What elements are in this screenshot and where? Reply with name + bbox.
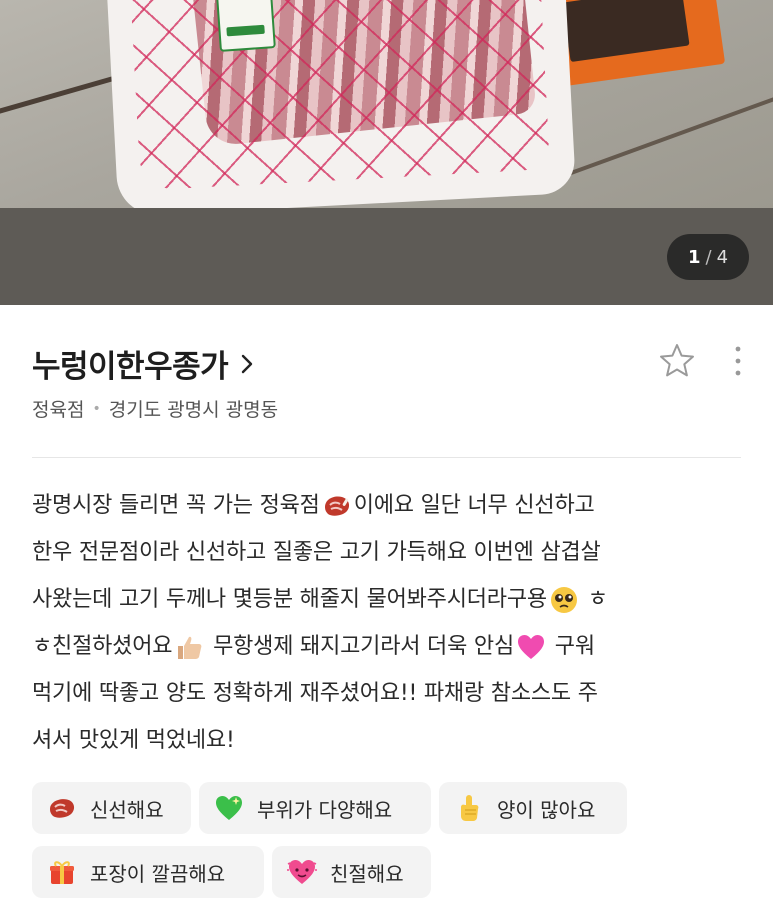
keyword-tag-label: 부위가 다양해요 (257, 797, 393, 822)
keyword-tag: 부위가 다양해요 (199, 782, 431, 834)
place-meta: 정육점 • 경기도 광명시 광명동 (32, 395, 278, 422)
review-line: 먹기에 딱좋고 양도 정확하게 재주셨어요!! 파채랑 참소스도 주 (32, 670, 750, 717)
review-line: ㅎ친절하셨어요 무항생제 돼지고기라서 더욱 안심 구워 (32, 623, 750, 670)
place-title-link[interactable]: 누렁이한우종가 (32, 341, 254, 386)
product-sticker (216, 0, 276, 52)
keyword-tag-label: 신선해요 (90, 797, 164, 822)
meta-separator-dot: • (92, 400, 101, 417)
review-text-segment: 셔서 맛있게 먹었네요! (32, 728, 235, 753)
review-text-segment: ㅎ (580, 587, 608, 612)
green-heart-icon (213, 792, 245, 824)
review-line: 한우 전문점이라 신선하고 질좋은 고기 가득해요 이번엔 삼겹살 (32, 529, 750, 576)
pointing-up-icon (453, 792, 485, 824)
photo-counter: 1 / 4 (667, 234, 749, 280)
tray-net (129, 0, 551, 191)
photo-counter-separator: / (705, 246, 712, 268)
meat-icon (324, 496, 349, 516)
photo-current-index: 1 (687, 246, 701, 268)
keyword-tag: 친절해요 (272, 846, 431, 898)
review-line: 사왔는데 고기 두께나 몇등분 해줄지 물어봐주시더라구용 ㅎ (32, 576, 750, 623)
keyword-tag: 포장이 깔끔해요 (32, 846, 264, 898)
review-line: 광명시장 들리면 꼭 가는 정육점 이에요 일단 너무 신선하고 (32, 482, 750, 529)
review-line: 셔서 맛있게 먹었네요! (32, 717, 750, 764)
gift-icon (46, 856, 78, 888)
beating-heart-icon (286, 856, 318, 888)
star-icon[interactable] (658, 342, 696, 380)
review-text-segment: 이에요 일단 너무 신선하고 (353, 493, 595, 518)
keyword-tag: 신선해요 (32, 782, 191, 834)
review-text-segment: 무항생제 돼지고기라서 더욱 안심 (206, 634, 515, 659)
section-divider (32, 457, 741, 458)
chevron-right-icon (241, 354, 253, 373)
keyword-tag: 양이 많아요 (439, 782, 627, 834)
more-options-icon[interactable] (732, 343, 744, 379)
review-text-segment: 먹기에 딱좋고 양도 정확하게 재주셨어요!! 파채랑 참소스도 주 (32, 681, 598, 706)
keyword-tag-label: 양이 많아요 (497, 797, 596, 822)
review-text-segment: ㅎ친절하셨어요 (32, 634, 173, 659)
photo-blur-band (0, 208, 773, 305)
pleading-face-icon (550, 587, 577, 613)
place-name: 누렁이한우종가 (32, 349, 229, 385)
keyword-tag-label: 포장이 깔끔해요 (90, 861, 226, 886)
pink-heart-icon (518, 635, 545, 659)
review-text: 광명시장 들리면 꼭 가는 정육점 이에요 일단 너무 신선하고 한우 전문점이… (32, 482, 750, 764)
review-text-segment: 구워 (548, 634, 595, 659)
photo-total-count: 4 (716, 246, 729, 268)
thumbs-up-icon (178, 636, 202, 659)
place-location: 경기도 광명시 광명동 (108, 399, 279, 421)
review-text-segment: 한우 전문점이라 신선하고 질좋은 고기 가득해요 이번엔 삼겹살 (32, 540, 601, 565)
review-text-segment: 사왔는데 고기 두께나 몇등분 해줄지 물어봐주시더라구용 (32, 587, 547, 612)
keyword-tag-label: 친절해요 (330, 861, 404, 886)
meat-icon (46, 792, 78, 824)
place-category: 정육점 (32, 399, 85, 421)
review-text-segment: 광명시장 들리면 꼭 가는 정육점 (32, 493, 320, 518)
review-photo[interactable]: 1 / 4 (0, 0, 773, 305)
